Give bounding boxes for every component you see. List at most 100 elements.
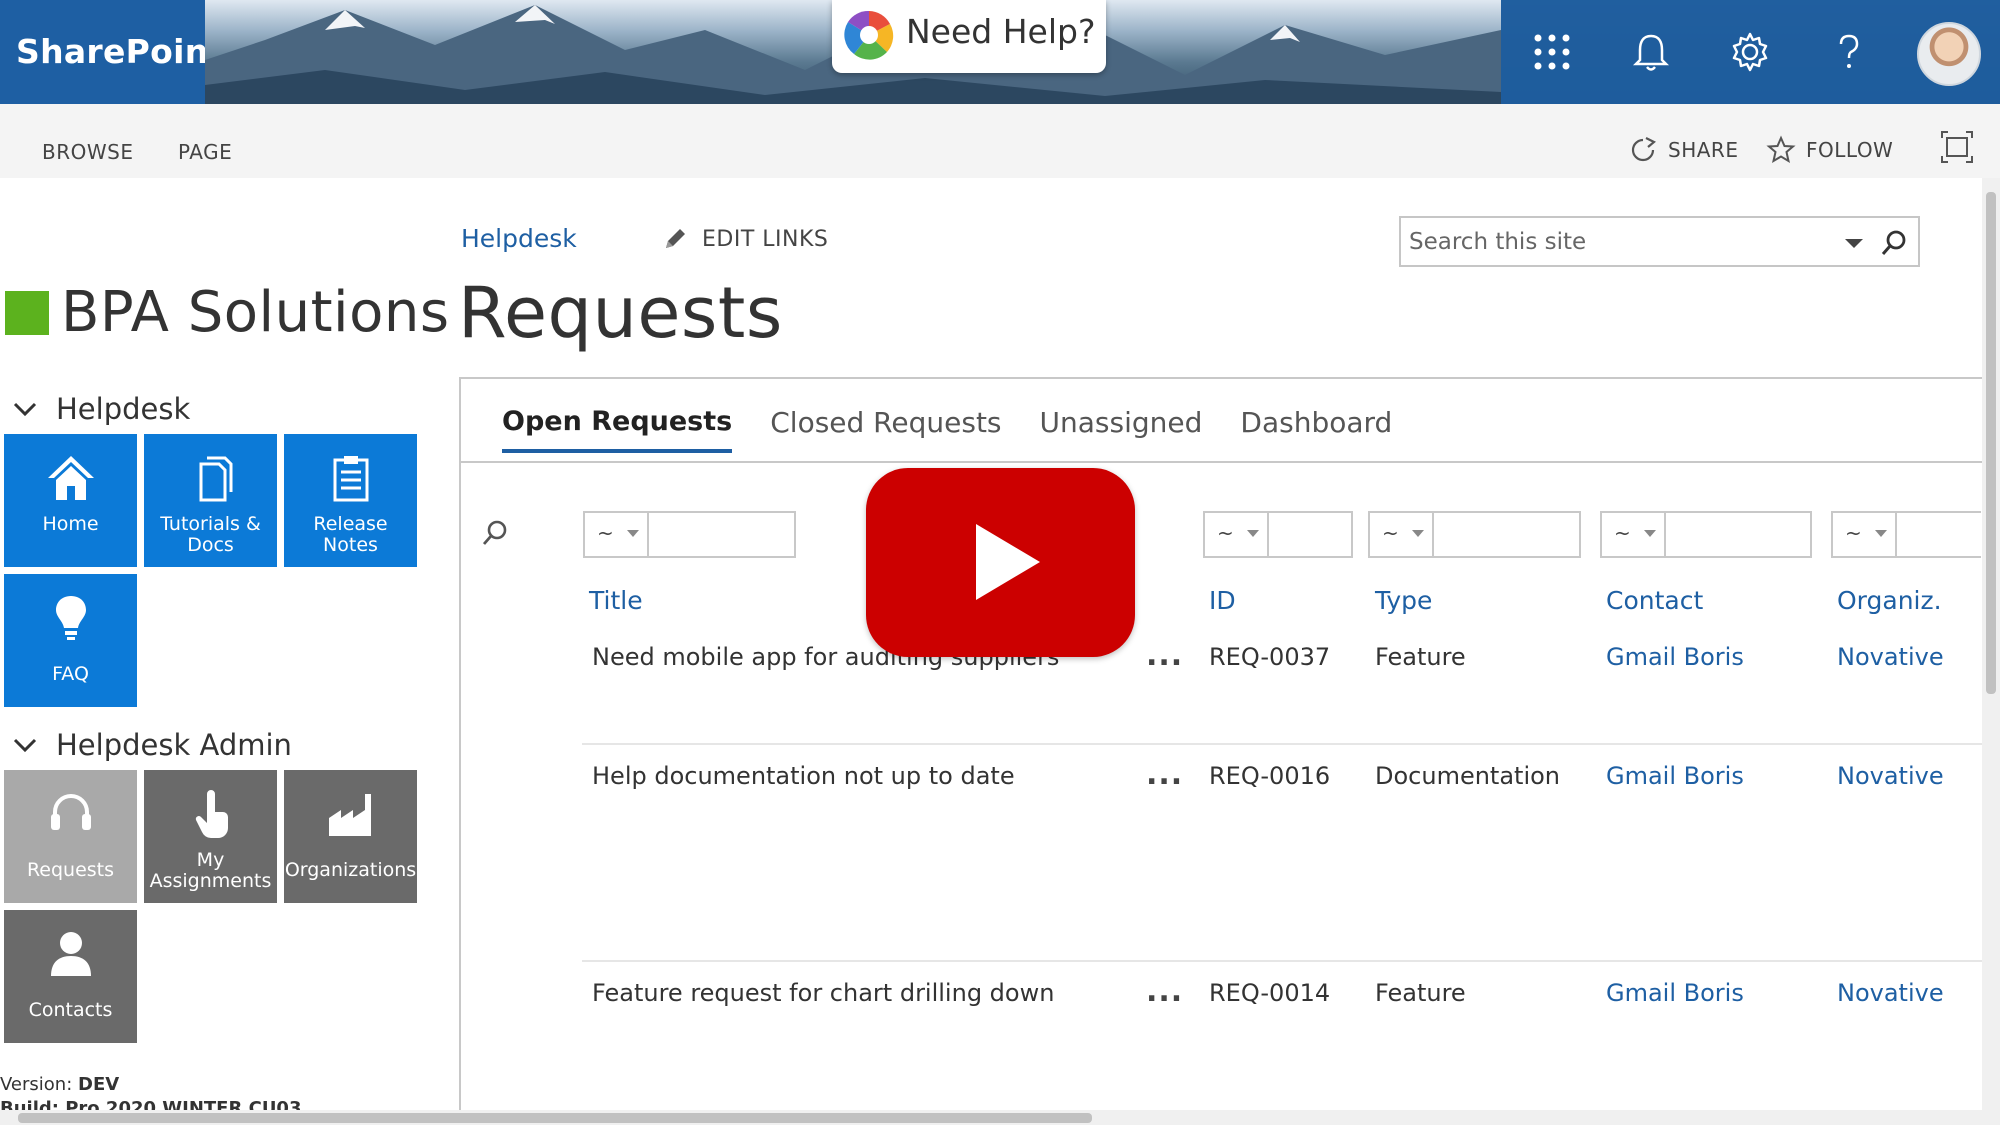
row-contact-link[interactable]: Gmail Boris xyxy=(1606,643,1744,671)
tile-my-assignments[interactable]: My Assignments xyxy=(144,770,277,903)
type-filter: ~ xyxy=(1368,511,1581,558)
row-divider xyxy=(582,743,1982,745)
documents-icon xyxy=(199,456,233,502)
filter-search-icon[interactable] xyxy=(480,518,510,548)
row-menu-button[interactable]: ... xyxy=(1146,638,1183,673)
filter-operator-value: ~ xyxy=(1845,521,1862,545)
tile-label: FAQ xyxy=(52,663,89,685)
focus-on-content-icon[interactable] xyxy=(1940,130,1974,164)
follow-button[interactable]: FOLLOW xyxy=(1766,135,1893,164)
tile-faq[interactable]: FAQ xyxy=(4,574,137,707)
tile-label: Release Notes xyxy=(313,513,388,556)
video-play-button[interactable] xyxy=(866,468,1135,657)
site-logo[interactable]: BPA Solutions xyxy=(5,280,450,345)
gear-icon[interactable] xyxy=(1728,30,1772,74)
search-scope-dropdown-icon[interactable] xyxy=(1841,232,1867,254)
breadcrumb-helpdesk-link[interactable]: Helpdesk xyxy=(461,224,577,253)
row-organization-link[interactable]: Novative xyxy=(1837,643,1944,671)
share-button[interactable]: SHARE xyxy=(1628,136,1738,164)
horizontal-scrollbar[interactable] xyxy=(0,1110,2000,1125)
need-help-banner[interactable]: Need Help? xyxy=(832,0,1106,73)
person-icon xyxy=(51,932,91,976)
nav-group-helpdesk[interactable]: Helpdesk xyxy=(12,392,190,426)
sharepoint-brand[interactable]: SharePoint xyxy=(0,0,224,104)
filter-operator-dropdown[interactable]: ~ xyxy=(1602,513,1666,556)
tile-release-notes[interactable]: Release Notes xyxy=(284,434,417,567)
help-icon[interactable] xyxy=(1827,30,1871,74)
filter-operator-dropdown[interactable]: ~ xyxy=(1370,513,1434,556)
row-divider xyxy=(582,960,1982,962)
scrollbar-thumb[interactable] xyxy=(1986,192,1996,694)
filter-operator-dropdown[interactable]: ~ xyxy=(1833,513,1897,556)
row-organization-link[interactable]: Novative xyxy=(1837,979,1944,1007)
column-header-title[interactable]: Title xyxy=(589,586,643,615)
tab-dashboard[interactable]: Dashboard xyxy=(1240,406,1392,453)
tile-requests[interactable]: Requests xyxy=(4,770,137,903)
view-tabs: Open Requests Closed Requests Unassigned… xyxy=(502,406,1392,453)
organization-filter: ~ xyxy=(1831,511,1981,558)
user-avatar[interactable] xyxy=(1917,22,1981,86)
site-search-box xyxy=(1399,216,1920,267)
tile-home[interactable]: Home xyxy=(4,434,137,567)
ribbon: BROWSE PAGE SHARE FOLLOW xyxy=(0,104,2000,178)
factory-icon xyxy=(329,794,371,836)
tab-unassigned[interactable]: Unassigned xyxy=(1040,406,1203,453)
filter-operator-dropdown[interactable]: ~ xyxy=(585,513,649,556)
id-filter: ~ xyxy=(1203,511,1353,558)
home-icon xyxy=(48,456,94,500)
ribbon-tab-page[interactable]: PAGE xyxy=(178,140,232,164)
column-header-contact[interactable]: Contact xyxy=(1606,586,1703,615)
row-menu-button[interactable]: ... xyxy=(1146,974,1183,1009)
tab-closed-requests[interactable]: Closed Requests xyxy=(770,406,1001,453)
tile-tutorials-docs[interactable]: Tutorials & Docs xyxy=(144,434,277,567)
tabs-divider xyxy=(461,461,1982,463)
tile-label: My Assignments xyxy=(149,849,272,892)
tile-contacts[interactable]: Contacts xyxy=(4,910,137,1043)
nav-group-title: Helpdesk xyxy=(56,392,191,426)
row-contact-link[interactable]: Gmail Boris xyxy=(1606,979,1744,1007)
help-widget-logo-icon xyxy=(844,10,894,60)
row-menu-button[interactable]: ... xyxy=(1146,757,1183,792)
scrollbar-thumb[interactable] xyxy=(18,1113,1092,1123)
column-header-type[interactable]: Type xyxy=(1375,586,1432,615)
vertical-scrollbar[interactable] xyxy=(1982,178,2000,1110)
row-title-link[interactable]: Feature request for chart drilling down xyxy=(592,979,1054,1007)
search-input[interactable] xyxy=(1409,224,1829,260)
tile-label: Requests xyxy=(26,859,115,881)
share-label: SHARE xyxy=(1668,138,1739,162)
column-header-organization[interactable]: Organiz. xyxy=(1837,586,1942,615)
filter-operator-value: ~ xyxy=(597,521,614,545)
star-icon xyxy=(1766,135,1796,164)
nav-group-helpdesk-admin[interactable]: Helpdesk Admin xyxy=(12,728,292,762)
play-icon xyxy=(976,524,1040,600)
pencil-icon xyxy=(666,229,685,248)
tab-open-requests[interactable]: Open Requests xyxy=(502,406,733,453)
row-type: Feature xyxy=(1375,979,1466,1007)
bell-icon[interactable] xyxy=(1629,30,1673,74)
chevron-down-icon xyxy=(13,402,37,417)
row-contact-link[interactable]: Gmail Boris xyxy=(1606,762,1744,790)
row-organization-link[interactable]: Novative xyxy=(1837,762,1944,790)
version-label: Version: xyxy=(0,1074,73,1095)
row-title-link[interactable]: Help documentation not up to date xyxy=(592,762,1015,790)
row-id: REQ-0014 xyxy=(1209,979,1331,1007)
chevron-down-icon xyxy=(13,738,37,753)
column-header-id[interactable]: ID xyxy=(1209,586,1236,615)
page-title: Requests xyxy=(458,272,783,354)
nav-group-title: Helpdesk Admin xyxy=(56,728,292,762)
site-logo-mark xyxy=(5,290,49,335)
edit-links-label: EDIT LINKS xyxy=(702,226,829,252)
row-id: REQ-0016 xyxy=(1209,762,1331,790)
row-type: Documentation xyxy=(1375,762,1561,790)
brand-label: SharePoint xyxy=(16,32,225,71)
version-value: DEV xyxy=(78,1074,120,1095)
hand-pointer-icon xyxy=(195,790,228,838)
search-icon[interactable] xyxy=(1879,228,1909,258)
ribbon-tab-browse[interactable]: BROWSE xyxy=(42,140,133,164)
app-launcher-icon[interactable] xyxy=(1530,30,1574,74)
edit-links-button[interactable]: EDIT LINKS xyxy=(662,226,828,252)
headset-icon xyxy=(51,794,91,830)
tile-organizations[interactable]: Organizations xyxy=(284,770,417,903)
filter-operator-dropdown[interactable]: ~ xyxy=(1205,513,1269,556)
tile-label: Contacts xyxy=(28,999,113,1021)
